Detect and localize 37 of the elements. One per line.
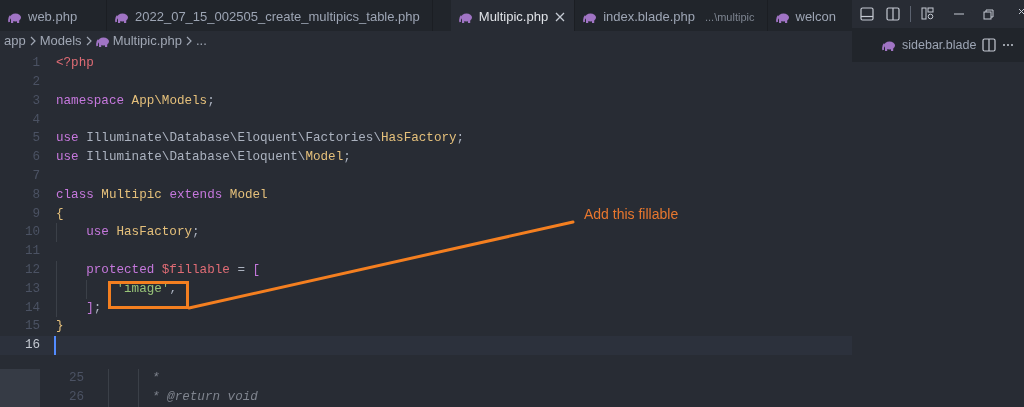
split-editor-icon[interactable] (982, 38, 997, 52)
editor-tab[interactable]: Multipic.php (450, 0, 576, 32)
code-line: ]; (56, 298, 102, 318)
code-line: * @return void (152, 389, 258, 406)
code-line: } (56, 318, 64, 336)
code-line: use Illuminate\Database\Eloquent\Model; (56, 149, 351, 167)
text-cursor (54, 336, 56, 355)
breadcrumb-item[interactable]: Models (39, 31, 82, 51)
split-layout-icon[interactable] (886, 7, 900, 21)
elephant-icon (8, 11, 22, 23)
code-line: * (152, 370, 160, 387)
code-line: 'image', (56, 279, 177, 299)
code-line: <?php (56, 55, 94, 73)
chevron-icon (185, 36, 193, 47)
elephant-icon (458, 11, 473, 23)
code-line: namespace App\Models; (56, 92, 215, 110)
code-line: use HasFactory; (56, 223, 200, 243)
code-line: use Illuminate\Database\Eloquent\Factories\HasFactory; (56, 130, 465, 148)
close-icon[interactable] (554, 11, 567, 23)
elephant-icon (583, 11, 598, 23)
code-line: class Multipic extends Model (56, 186, 268, 204)
chevron-icon (28, 36, 37, 47)
breadcrumb-item[interactable]: app (4, 31, 26, 51)
restore-icon[interactable] (983, 8, 994, 20)
elephant-icon (775, 11, 790, 23)
code-line: { (56, 205, 64, 223)
line-number: 16 (23, 337, 40, 355)
code-line: protected $fillable = [ (56, 261, 261, 280)
elephant-icon (115, 11, 129, 23)
annotation-text: Add this fillable (584, 205, 679, 224)
elephant-icon (95, 35, 110, 47)
elephant-icon (882, 39, 896, 51)
breadcrumb-item[interactable]: ... (196, 31, 207, 51)
panel-layout-icon[interactable] (860, 7, 874, 21)
breadcrumb-item[interactable]: Multipic.php (112, 31, 182, 51)
chevron-icon (84, 36, 93, 47)
customize-layout-icon[interactable] (921, 7, 935, 21)
